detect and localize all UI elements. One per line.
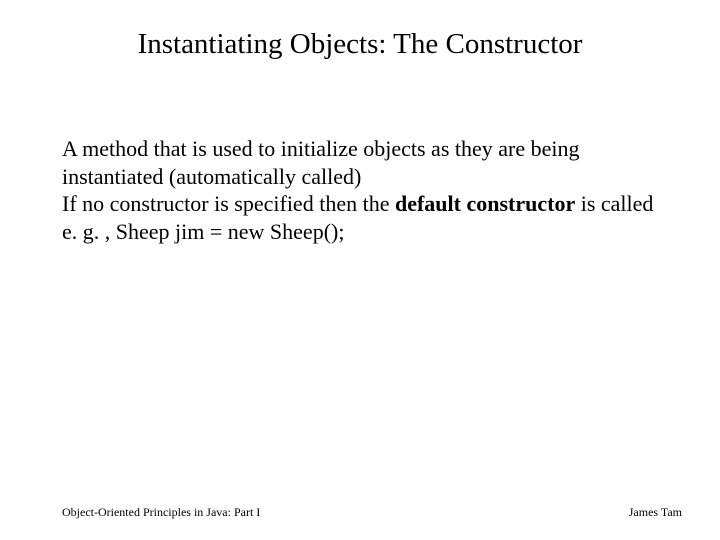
body-p2-bold: default constructor (395, 191, 575, 216)
footer-left: Object-Oriented Principles in Java: Part… (62, 505, 260, 520)
body-paragraph-3: e. g. , Sheep jim = new Sheep(); (62, 218, 662, 246)
slide-title: Instantiating Objects: The Constructor (0, 28, 720, 61)
body-p2-lead: If no constructor is specified then the (62, 191, 395, 216)
slide-body: A method that is used to initialize obje… (62, 135, 662, 245)
slide: Instantiating Objects: The Constructor A… (0, 0, 720, 540)
body-p2-tail: is called (575, 191, 653, 216)
footer-right: James Tam (629, 505, 682, 520)
body-paragraph-1: A method that is used to initialize obje… (62, 135, 662, 190)
body-paragraph-2: If no constructor is specified then the … (62, 190, 662, 218)
